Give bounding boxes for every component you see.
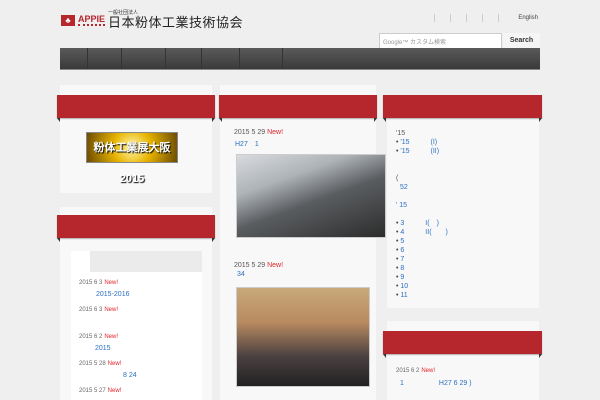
event-link[interactable]: 3 I( ) — [396, 219, 448, 228]
news-link[interactable]: 2015 — [95, 345, 111, 352]
events-list: '15 '15 (I) '15 (II) ( 52 ' 15 3 I( ) 4 … — [396, 129, 448, 300]
section-ribbon — [383, 331, 542, 358]
main-nav — [60, 48, 540, 70]
events-heading-2[interactable]: ' 15 — [396, 201, 448, 210]
event-link[interactable]: 7 — [396, 255, 448, 264]
section-ribbon — [57, 215, 215, 242]
event-link[interactable]: '15 (I) — [396, 138, 448, 147]
news-item: 2015 5 28 New! — [79, 361, 122, 367]
news-item: 2015 6 2 New! — [79, 334, 118, 340]
top-links: English — [434, 14, 538, 22]
news-item: 2015 5 27 New! — [79, 388, 122, 394]
nav-item[interactable] — [202, 48, 240, 69]
section-ribbon — [219, 95, 377, 122]
event-link[interactable]: 11 — [396, 291, 448, 300]
news-link[interactable]: 8 24 — [123, 372, 137, 379]
search-button[interactable]: Search — [503, 33, 540, 48]
powder-expo-banner[interactable]: 粉体工業展大阪 2015 — [86, 132, 178, 185]
event-link[interactable]: 5 — [396, 237, 448, 246]
top-link[interactable] — [482, 14, 498, 22]
nav-item[interactable] — [88, 48, 122, 69]
nav-item[interactable] — [122, 48, 166, 69]
top-link[interactable] — [466, 14, 482, 22]
logo-appie: APPIE — [78, 14, 106, 26]
section-ribbon — [57, 95, 215, 122]
news-link[interactable]: 2015-2016 — [96, 291, 129, 298]
post-date: 2015 5 29 New! — [234, 262, 284, 269]
english-link[interactable]: English — [518, 15, 538, 21]
news-item: 2015 6 3 New! — [79, 280, 118, 286]
top-link[interactable] — [434, 14, 450, 22]
news-tabs: 2015 6 3 New! 2015-2016 2015 6 3 New! 20… — [71, 251, 202, 400]
seminar-photo[interactable] — [236, 154, 386, 238]
event-link[interactable]: 10 — [396, 282, 448, 291]
appie-logo-icon: ♣ — [61, 14, 75, 26]
news-item: 2015 6 2 New! — [396, 368, 435, 374]
meeting-photo[interactable] — [236, 287, 370, 387]
paren-text: ( — [396, 175, 399, 182]
section-ribbon — [383, 95, 542, 122]
nav-item[interactable] — [60, 48, 88, 69]
event-link[interactable]: 52 — [396, 183, 448, 192]
search-input[interactable]: Google™ カスタム検索 — [379, 33, 502, 49]
news-link[interactable]: 1 H27 6 29 ) — [400, 378, 472, 388]
event-link[interactable]: 9 — [396, 273, 448, 282]
events-heading: '15 — [396, 130, 406, 137]
news-tab[interactable] — [90, 251, 202, 272]
event-link[interactable]: 8 — [396, 264, 448, 273]
nav-item[interactable] — [166, 48, 202, 69]
event-link[interactable]: 4 II( ) — [396, 228, 447, 237]
nav-item[interactable] — [240, 48, 283, 69]
site-logo[interactable]: ♣ APPIE 一般社団法人 日本粉体工業技術協会 — [61, 10, 243, 30]
top-link[interactable] — [450, 14, 466, 22]
post-date: 2015 5 29 New! — [234, 129, 284, 136]
post-title[interactable]: 34 — [237, 271, 245, 278]
news-item: 2015 6 3 New! — [79, 307, 118, 313]
event-link[interactable]: '15 (II) — [396, 147, 448, 156]
top-link[interactable] — [498, 14, 514, 22]
logo-title: 日本粉体工業技術協会 — [108, 15, 244, 30]
event-link[interactable]: 6 — [396, 246, 448, 255]
post-title[interactable]: H27 1 — [235, 139, 259, 149]
